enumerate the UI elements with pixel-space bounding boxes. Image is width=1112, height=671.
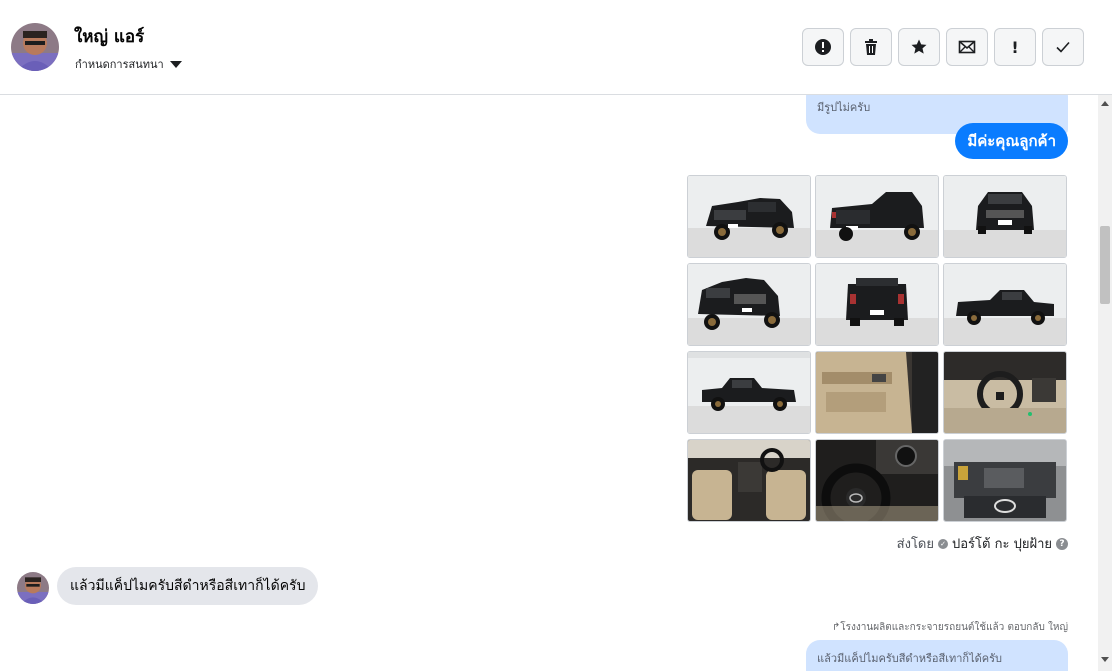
delete-button[interactable]	[850, 28, 892, 66]
thread-scrollbar[interactable]	[1098, 95, 1112, 671]
sent-by-label: ส่งโดย	[896, 537, 934, 552]
follow-up-button[interactable]: !	[994, 28, 1036, 66]
star-button[interactable]	[898, 28, 940, 66]
scroll-up-arrow-icon[interactable]	[1101, 101, 1109, 106]
scroll-down-arrow-icon[interactable]	[1101, 657, 1109, 662]
message-thread[interactable]: มีรูปไม่ครับ มีค่ะคุณลูกค้า ส่งโดย ✓ ปอร…	[0, 95, 1098, 671]
photo-attachment[interactable]	[687, 263, 811, 346]
trash-icon	[865, 39, 877, 55]
assign-conversation-label: กำหนดการสนทนา	[75, 58, 164, 71]
help-icon[interactable]: ?	[1056, 537, 1068, 550]
sender-avatar[interactable]	[17, 572, 49, 604]
contact-name[interactable]: ใหญ่ แอร์	[74, 23, 144, 50]
photo-attachment[interactable]	[687, 439, 811, 522]
mark-done-button[interactable]	[1042, 28, 1084, 66]
contact-avatar[interactable]	[11, 23, 59, 71]
photo-attachment[interactable]	[815, 175, 939, 258]
photo-attachment[interactable]	[815, 263, 939, 346]
photo-attachment-grid	[687, 175, 1067, 522]
star-icon	[911, 39, 927, 54]
photo-attachment[interactable]	[943, 351, 1067, 434]
alert-circle-icon	[815, 39, 831, 55]
photo-attachment[interactable]	[815, 439, 939, 522]
assign-conversation-dropdown[interactable]: กำหนดการสนทนา	[75, 55, 182, 73]
incoming-message-bubble[interactable]: แล้วมีแค็ปไมครับสีดำหรือสีเทาก็ได้ครับ	[57, 567, 319, 605]
scrollbar-thumb[interactable]	[1100, 226, 1110, 304]
checkmark-icon	[1056, 41, 1070, 53]
envelope-icon	[958, 40, 976, 54]
verified-check-icon: ✓	[938, 538, 948, 549]
conversation-actions: !	[802, 28, 1084, 66]
sent-by-name[interactable]: ปอร์โต้ กะ ปุยฝ้าย	[952, 533, 1052, 554]
mark-spam-button[interactable]	[802, 28, 844, 66]
photo-attachment[interactable]	[687, 175, 811, 258]
mark-unread-button[interactable]	[946, 28, 988, 66]
sent-by-info: ส่งโดย ✓ ปอร์โต้ กะ ปุยฝ้าย ?	[897, 533, 1068, 554]
reply-context: ↱โรงงานผลิตและกระจายรถยนต์ใช้แล้ว ตอบกลั…	[831, 622, 1068, 633]
caret-down-icon	[169, 60, 182, 68]
quoted-message: แล้วมีแค็ปไมครับสีดำหรือสีเทาก็ได้ครับ	[806, 640, 1068, 671]
photo-attachment[interactable]	[687, 351, 811, 434]
conversation-header: ใหญ่ แอร์ กำหนดการสนทนา !	[0, 0, 1112, 95]
photo-attachment[interactable]	[943, 175, 1067, 258]
exclamation-icon: !	[1011, 37, 1019, 57]
photo-attachment[interactable]	[943, 263, 1067, 346]
outgoing-message-bubble[interactable]: มีค่ะคุณลูกค้า	[955, 123, 1068, 159]
photo-attachment[interactable]	[943, 439, 1067, 522]
photo-attachment[interactable]	[815, 351, 939, 434]
